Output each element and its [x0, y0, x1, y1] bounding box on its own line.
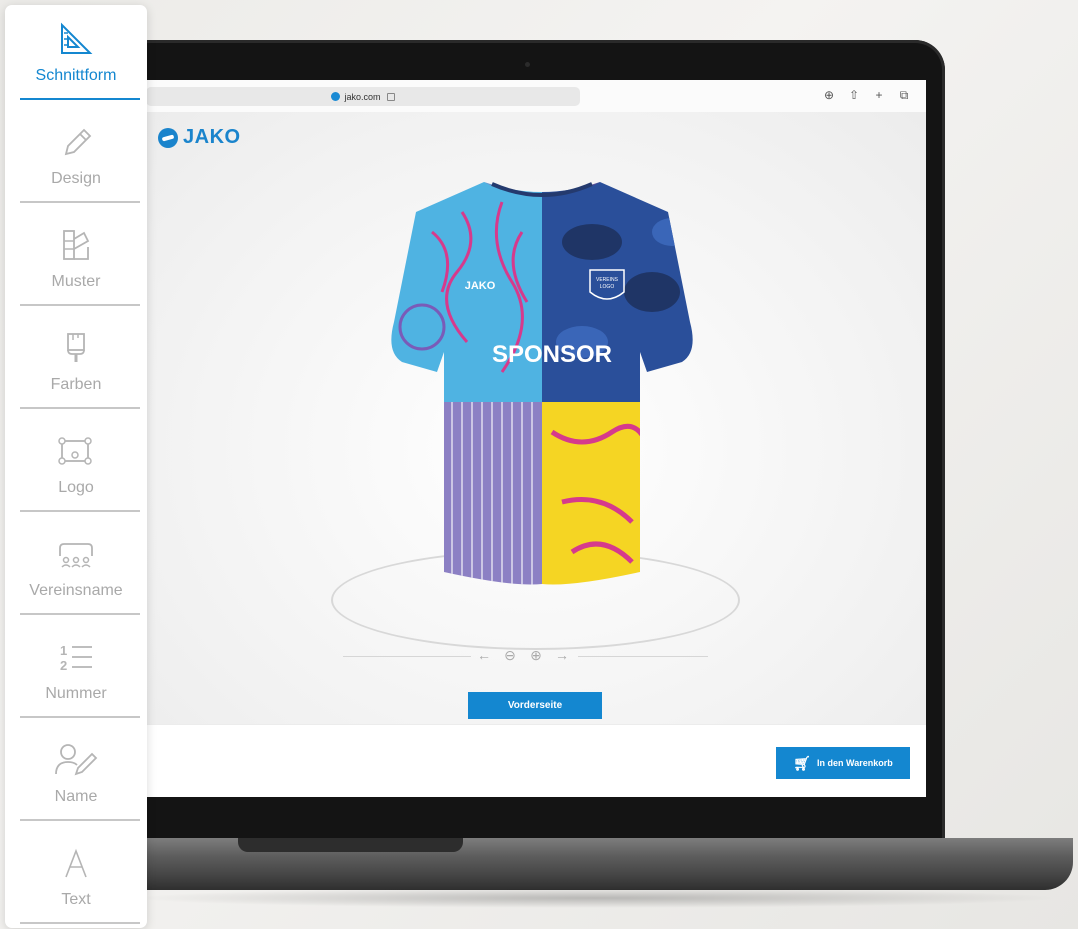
svg-text:1: 1	[60, 643, 67, 658]
base-notch	[238, 838, 463, 852]
sidebar-label: Design	[51, 170, 101, 187]
sidebar-divider	[20, 613, 140, 615]
sidebar-item-nummer[interactable]: 12 Nummer	[5, 623, 147, 726]
numbered-list-icon: 12	[56, 635, 96, 679]
sidebar-item-design[interactable]: Design	[5, 108, 147, 211]
swatches-icon	[58, 223, 94, 267]
sidebar-item-farben[interactable]: Farben	[5, 314, 147, 417]
sidebar-item-muster[interactable]: Muster	[5, 211, 147, 314]
sidebar-divider	[20, 201, 140, 203]
laptop-base	[138, 838, 1073, 890]
browser-toolbar: jako.com ⊕ ⇧ + ⧉	[146, 80, 926, 113]
sidebar-divider	[20, 819, 140, 821]
sidebar-item-name[interactable]: Name	[5, 726, 147, 829]
site-favicon-icon	[331, 92, 341, 101]
cart-icon: 🛒︎	[793, 755, 812, 771]
active-underline	[20, 98, 140, 100]
share-icon[interactable]: ⇧	[848, 88, 860, 102]
control-line-right	[578, 656, 708, 657]
sidebar-divider	[20, 922, 140, 924]
sidebar-label: Vereinsname	[29, 582, 123, 599]
zoom-out-icon[interactable]: ⊖	[502, 647, 518, 664]
sidebar-item-logo[interactable]: Logo	[5, 417, 147, 520]
camera	[525, 62, 530, 67]
laptop-lid: jako.com ⊕ ⇧ + ⧉ JAKO JAKO VEREINS LOGO …	[120, 40, 945, 855]
jersey-preview[interactable]: JAKO VEREINS LOGO SPONSOR	[372, 172, 712, 592]
add-to-cart-button[interactable]: 🛒︎ In den Warenkorb	[776, 747, 910, 779]
chest-brand: JAKO	[465, 280, 496, 292]
paint-brush-icon	[58, 326, 94, 370]
sidebar-label: Schnittform	[35, 67, 117, 84]
logo-frame-icon	[56, 429, 96, 473]
sidebar-divider	[20, 510, 140, 512]
control-line-left	[343, 656, 471, 657]
sidebar-item-vereinsname[interactable]: Vereinsname	[5, 520, 147, 623]
tabs-overview-icon[interactable]: ⧉	[898, 88, 910, 102]
page-footer: 🛒︎ In den Warenkorb	[146, 724, 926, 797]
new-tab-icon[interactable]: +	[873, 88, 885, 102]
sidebar-label: Farben	[50, 376, 102, 393]
team-icon	[56, 532, 96, 576]
sidebar-item-text[interactable]: Text	[5, 829, 147, 928]
sidebar-label: Nummer	[45, 685, 107, 702]
sponsor-text: SPONSOR	[492, 341, 612, 368]
set-square-icon	[58, 17, 94, 61]
zoom-in-icon[interactable]: ⊕	[528, 647, 544, 664]
sidebar-label: Logo	[58, 479, 94, 496]
badge-line1: VEREINS	[596, 277, 619, 283]
lock-icon	[386, 92, 395, 101]
brand-logo[interactable]: JAKO	[158, 126, 241, 149]
configurator-page: JAKO JAKO VEREINS LOGO SPONSOR ← ⊖ ⊕ → V…	[146, 112, 926, 724]
text-icon	[58, 841, 94, 885]
svg-text:2: 2	[60, 658, 67, 673]
cart-button-label: In den Warenkorb	[817, 758, 893, 768]
sidebar-item-schnittform[interactable]: Schnittform	[5, 5, 147, 108]
jako-logo-icon	[158, 127, 178, 148]
laptop-shadow	[130, 888, 1060, 908]
browser-actions: ⊕ ⇧ + ⧉	[823, 88, 910, 102]
brand-name: JAKO	[183, 126, 241, 148]
sidebar-divider	[20, 407, 140, 409]
sidebar-label: Muster	[51, 273, 101, 290]
url-bar[interactable]: jako.com	[146, 87, 580, 106]
sidebar-label: Name	[54, 788, 98, 805]
configurator-sidebar: Schnittform Design Muster Farben Logo Ve…	[5, 5, 147, 928]
pencil-icon	[58, 120, 94, 164]
view-controls: ← ⊖ ⊕ →	[476, 647, 570, 664]
user-edit-icon	[54, 738, 98, 782]
rotate-left-icon[interactable]: ←	[476, 647, 492, 664]
badge-line2: LOGO	[600, 284, 615, 290]
sidebar-divider	[20, 304, 140, 306]
sidebar-divider	[20, 716, 140, 718]
front-view-button[interactable]: Vorderseite	[468, 692, 602, 719]
rotate-right-icon[interactable]: →	[554, 647, 570, 664]
browser-screen: jako.com ⊕ ⇧ + ⧉ JAKO JAKO VEREINS LOGO …	[146, 80, 926, 797]
download-icon[interactable]: ⊕	[823, 88, 835, 102]
url-text: jako.com	[344, 91, 381, 102]
sidebar-label: Text	[61, 891, 91, 908]
